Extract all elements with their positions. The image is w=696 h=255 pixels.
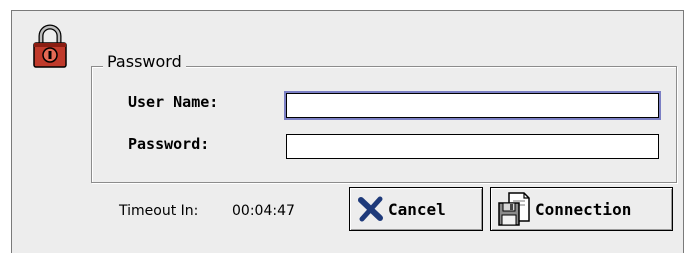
password-dialog: Password User Name: Password: Timeout In… (11, 10, 684, 253)
x-icon (358, 196, 383, 222)
password-label: Password: (128, 135, 210, 153)
cancel-button[interactable]: Cancel (349, 187, 483, 231)
cancel-button-label: Cancel (388, 199, 446, 219)
disk-document-icon (498, 192, 530, 226)
password-group-box (91, 66, 677, 183)
padlock-icon (32, 23, 68, 69)
username-input[interactable] (286, 93, 659, 118)
username-label: User Name: (128, 93, 219, 111)
timeout-value: 00:04:47 (232, 203, 295, 219)
connection-button-label: Connection (535, 199, 632, 219)
password-input[interactable] (286, 134, 659, 159)
connection-button[interactable]: Connection (490, 187, 673, 231)
group-title: Password (103, 52, 186, 71)
timeout-label: Timeout In: (119, 203, 199, 219)
